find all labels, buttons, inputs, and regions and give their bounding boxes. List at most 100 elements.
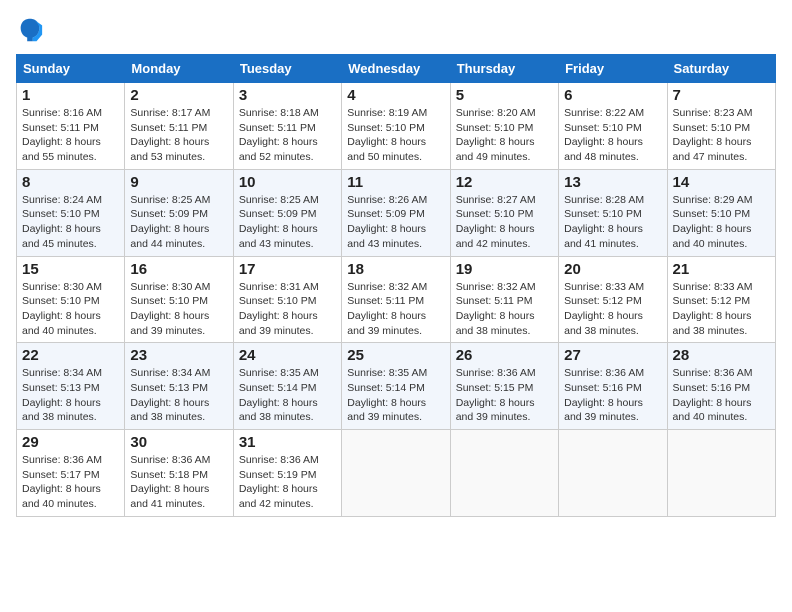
- day-info: Sunrise: 8:34 AMSunset: 5:13 PMDaylight:…: [130, 366, 227, 425]
- day-info: Sunrise: 8:30 AMSunset: 5:10 PMDaylight:…: [22, 280, 119, 339]
- day-number: 27: [564, 347, 661, 364]
- day-number: 19: [456, 261, 553, 278]
- day-number: 8: [22, 174, 119, 191]
- calendar-day-cell: 9 Sunrise: 8:25 AMSunset: 5:09 PMDaylight…: [125, 169, 233, 256]
- day-info: Sunrise: 8:36 AMSunset: 5:18 PMDaylight:…: [130, 453, 227, 512]
- day-number: 14: [673, 174, 770, 191]
- day-number: 9: [130, 174, 227, 191]
- day-number: 15: [22, 261, 119, 278]
- day-number: 23: [130, 347, 227, 364]
- calendar-day-cell: 24 Sunrise: 8:35 AMSunset: 5:14 PMDayligh…: [233, 343, 341, 430]
- day-number: 7: [673, 87, 770, 104]
- day-info: Sunrise: 8:26 AMSunset: 5:09 PMDaylight:…: [347, 193, 444, 252]
- calendar-day-cell: 26 Sunrise: 8:36 AMSunset: 5:15 PMDayligh…: [450, 343, 558, 430]
- day-number: 1: [22, 87, 119, 104]
- calendar-day-cell: 3 Sunrise: 8:18 AMSunset: 5:11 PMDaylight…: [233, 83, 341, 170]
- day-number: 5: [456, 87, 553, 104]
- calendar-day-cell: 25 Sunrise: 8:35 AMSunset: 5:14 PMDayligh…: [342, 343, 450, 430]
- day-number: 20: [564, 261, 661, 278]
- day-info: Sunrise: 8:22 AMSunset: 5:10 PMDaylight:…: [564, 106, 661, 165]
- day-number: 21: [673, 261, 770, 278]
- day-info: Sunrise: 8:17 AMSunset: 5:11 PMDaylight:…: [130, 106, 227, 165]
- calendar-day-cell: 23 Sunrise: 8:34 AMSunset: 5:13 PMDayligh…: [125, 343, 233, 430]
- day-number: 29: [22, 434, 119, 451]
- calendar-day-cell: 19Sunrise: 8:32 AMSunset: 5:11 PMDayligh…: [450, 256, 558, 343]
- calendar-day-cell: 16 Sunrise: 8:30 AMSunset: 5:10 PMDayligh…: [125, 256, 233, 343]
- day-number: 30: [130, 434, 227, 451]
- day-number: 13: [564, 174, 661, 191]
- day-number: 10: [239, 174, 336, 191]
- day-number: 24: [239, 347, 336, 364]
- calendar-day-cell: 5Sunrise: 8:20 AMSunset: 5:10 PMDaylight…: [450, 83, 558, 170]
- calendar-day-cell: 31 Sunrise: 8:36 AMSunset: 5:19 PMDayligh…: [233, 430, 341, 517]
- empty-cell: [559, 430, 667, 517]
- calendar-day-cell: 29 Sunrise: 8:36 AMSunset: 5:17 PMDayligh…: [17, 430, 125, 517]
- day-info: Sunrise: 8:33 AMSunset: 5:12 PMDaylight:…: [564, 280, 661, 339]
- calendar-day-cell: 17Sunrise: 8:31 AMSunset: 5:10 PMDayligh…: [233, 256, 341, 343]
- calendar-day-cell: 30 Sunrise: 8:36 AMSunset: 5:18 PMDayligh…: [125, 430, 233, 517]
- calendar-day-cell: 6 Sunrise: 8:22 AMSunset: 5:10 PMDaylight…: [559, 83, 667, 170]
- day-info: Sunrise: 8:18 AMSunset: 5:11 PMDaylight:…: [239, 106, 336, 165]
- day-number: 6: [564, 87, 661, 104]
- empty-cell: [342, 430, 450, 517]
- day-info: Sunrise: 8:30 AMSunset: 5:10 PMDaylight:…: [130, 280, 227, 339]
- column-header-monday: Monday: [125, 55, 233, 83]
- calendar-week-row: 15 Sunrise: 8:30 AMSunset: 5:10 PMDayligh…: [17, 256, 776, 343]
- day-number: 22: [22, 347, 119, 364]
- calendar-day-cell: 12Sunrise: 8:27 AMSunset: 5:10 PMDayligh…: [450, 169, 558, 256]
- column-header-friday: Friday: [559, 55, 667, 83]
- day-number: 11: [347, 174, 444, 191]
- day-info: Sunrise: 8:24 AMSunset: 5:10 PMDaylight:…: [22, 193, 119, 252]
- day-number: 31: [239, 434, 336, 451]
- day-info: Sunrise: 8:36 AMSunset: 5:15 PMDaylight:…: [456, 366, 553, 425]
- day-info: Sunrise: 8:32 AMSunset: 5:11 PMDaylight:…: [347, 280, 444, 339]
- calendar-day-cell: 28Sunrise: 8:36 AMSunset: 5:16 PMDayligh…: [667, 343, 775, 430]
- day-number: 4: [347, 87, 444, 104]
- calendar-week-row: 8 Sunrise: 8:24 AMSunset: 5:10 PMDaylight…: [17, 169, 776, 256]
- calendar-day-cell: 27Sunrise: 8:36 AMSunset: 5:16 PMDayligh…: [559, 343, 667, 430]
- day-info: Sunrise: 8:35 AMSunset: 5:14 PMDaylight:…: [239, 366, 336, 425]
- column-header-thursday: Thursday: [450, 55, 558, 83]
- day-info: Sunrise: 8:35 AMSunset: 5:14 PMDaylight:…: [347, 366, 444, 425]
- day-info: Sunrise: 8:36 AMSunset: 5:16 PMDaylight:…: [673, 366, 770, 425]
- day-number: 18: [347, 261, 444, 278]
- calendar-day-cell: 14 Sunrise: 8:29 AMSunset: 5:10 PMDayligh…: [667, 169, 775, 256]
- logo-icon: [16, 16, 44, 44]
- day-info: Sunrise: 8:28 AMSunset: 5:10 PMDaylight:…: [564, 193, 661, 252]
- calendar-day-cell: 15 Sunrise: 8:30 AMSunset: 5:10 PMDayligh…: [17, 256, 125, 343]
- day-info: Sunrise: 8:25 AMSunset: 5:09 PMDaylight:…: [239, 193, 336, 252]
- calendar-day-cell: 4Sunrise: 8:19 AMSunset: 5:10 PMDaylight…: [342, 83, 450, 170]
- page-header: [16, 16, 776, 44]
- column-header-sunday: Sunday: [17, 55, 125, 83]
- calendar-day-cell: 1 Sunrise: 8:16 AMSunset: 5:11 PMDaylight…: [17, 83, 125, 170]
- day-number: 3: [239, 87, 336, 104]
- day-number: 26: [456, 347, 553, 364]
- logo: [16, 16, 48, 44]
- day-info: Sunrise: 8:27 AMSunset: 5:10 PMDaylight:…: [456, 193, 553, 252]
- calendar-day-cell: 11 Sunrise: 8:26 AMSunset: 5:09 PMDayligh…: [342, 169, 450, 256]
- day-info: Sunrise: 8:36 AMSunset: 5:17 PMDaylight:…: [22, 453, 119, 512]
- column-header-saturday: Saturday: [667, 55, 775, 83]
- day-info: Sunrise: 8:25 AMSunset: 5:09 PMDaylight:…: [130, 193, 227, 252]
- calendar-day-cell: 22 Sunrise: 8:34 AMSunset: 5:13 PMDayligh…: [17, 343, 125, 430]
- calendar-day-cell: 2Sunrise: 8:17 AMSunset: 5:11 PMDaylight…: [125, 83, 233, 170]
- day-number: 25: [347, 347, 444, 364]
- column-header-wednesday: Wednesday: [342, 55, 450, 83]
- calendar-day-cell: 20 Sunrise: 8:33 AMSunset: 5:12 PMDayligh…: [559, 256, 667, 343]
- column-header-tuesday: Tuesday: [233, 55, 341, 83]
- calendar-table: SundayMondayTuesdayWednesdayThursdayFrid…: [16, 54, 776, 517]
- calendar-day-cell: 13 Sunrise: 8:28 AMSunset: 5:10 PMDayligh…: [559, 169, 667, 256]
- calendar-week-row: 29 Sunrise: 8:36 AMSunset: 5:17 PMDayligh…: [17, 430, 776, 517]
- calendar-day-cell: 7Sunrise: 8:23 AMSunset: 5:10 PMDaylight…: [667, 83, 775, 170]
- day-info: Sunrise: 8:29 AMSunset: 5:10 PMDaylight:…: [673, 193, 770, 252]
- calendar-day-cell: 18 Sunrise: 8:32 AMSunset: 5:11 PMDayligh…: [342, 256, 450, 343]
- day-info: Sunrise: 8:36 AMSunset: 5:19 PMDaylight:…: [239, 453, 336, 512]
- calendar-day-cell: 10 Sunrise: 8:25 AMSunset: 5:09 PMDayligh…: [233, 169, 341, 256]
- calendar-day-cell: 8 Sunrise: 8:24 AMSunset: 5:10 PMDaylight…: [17, 169, 125, 256]
- day-info: Sunrise: 8:16 AMSunset: 5:11 PMDaylight:…: [22, 106, 119, 165]
- calendar-week-row: 1 Sunrise: 8:16 AMSunset: 5:11 PMDaylight…: [17, 83, 776, 170]
- day-number: 16: [130, 261, 227, 278]
- day-info: Sunrise: 8:31 AMSunset: 5:10 PMDaylight:…: [239, 280, 336, 339]
- day-info: Sunrise: 8:33 AMSunset: 5:12 PMDaylight:…: [673, 280, 770, 339]
- day-info: Sunrise: 8:34 AMSunset: 5:13 PMDaylight:…: [22, 366, 119, 425]
